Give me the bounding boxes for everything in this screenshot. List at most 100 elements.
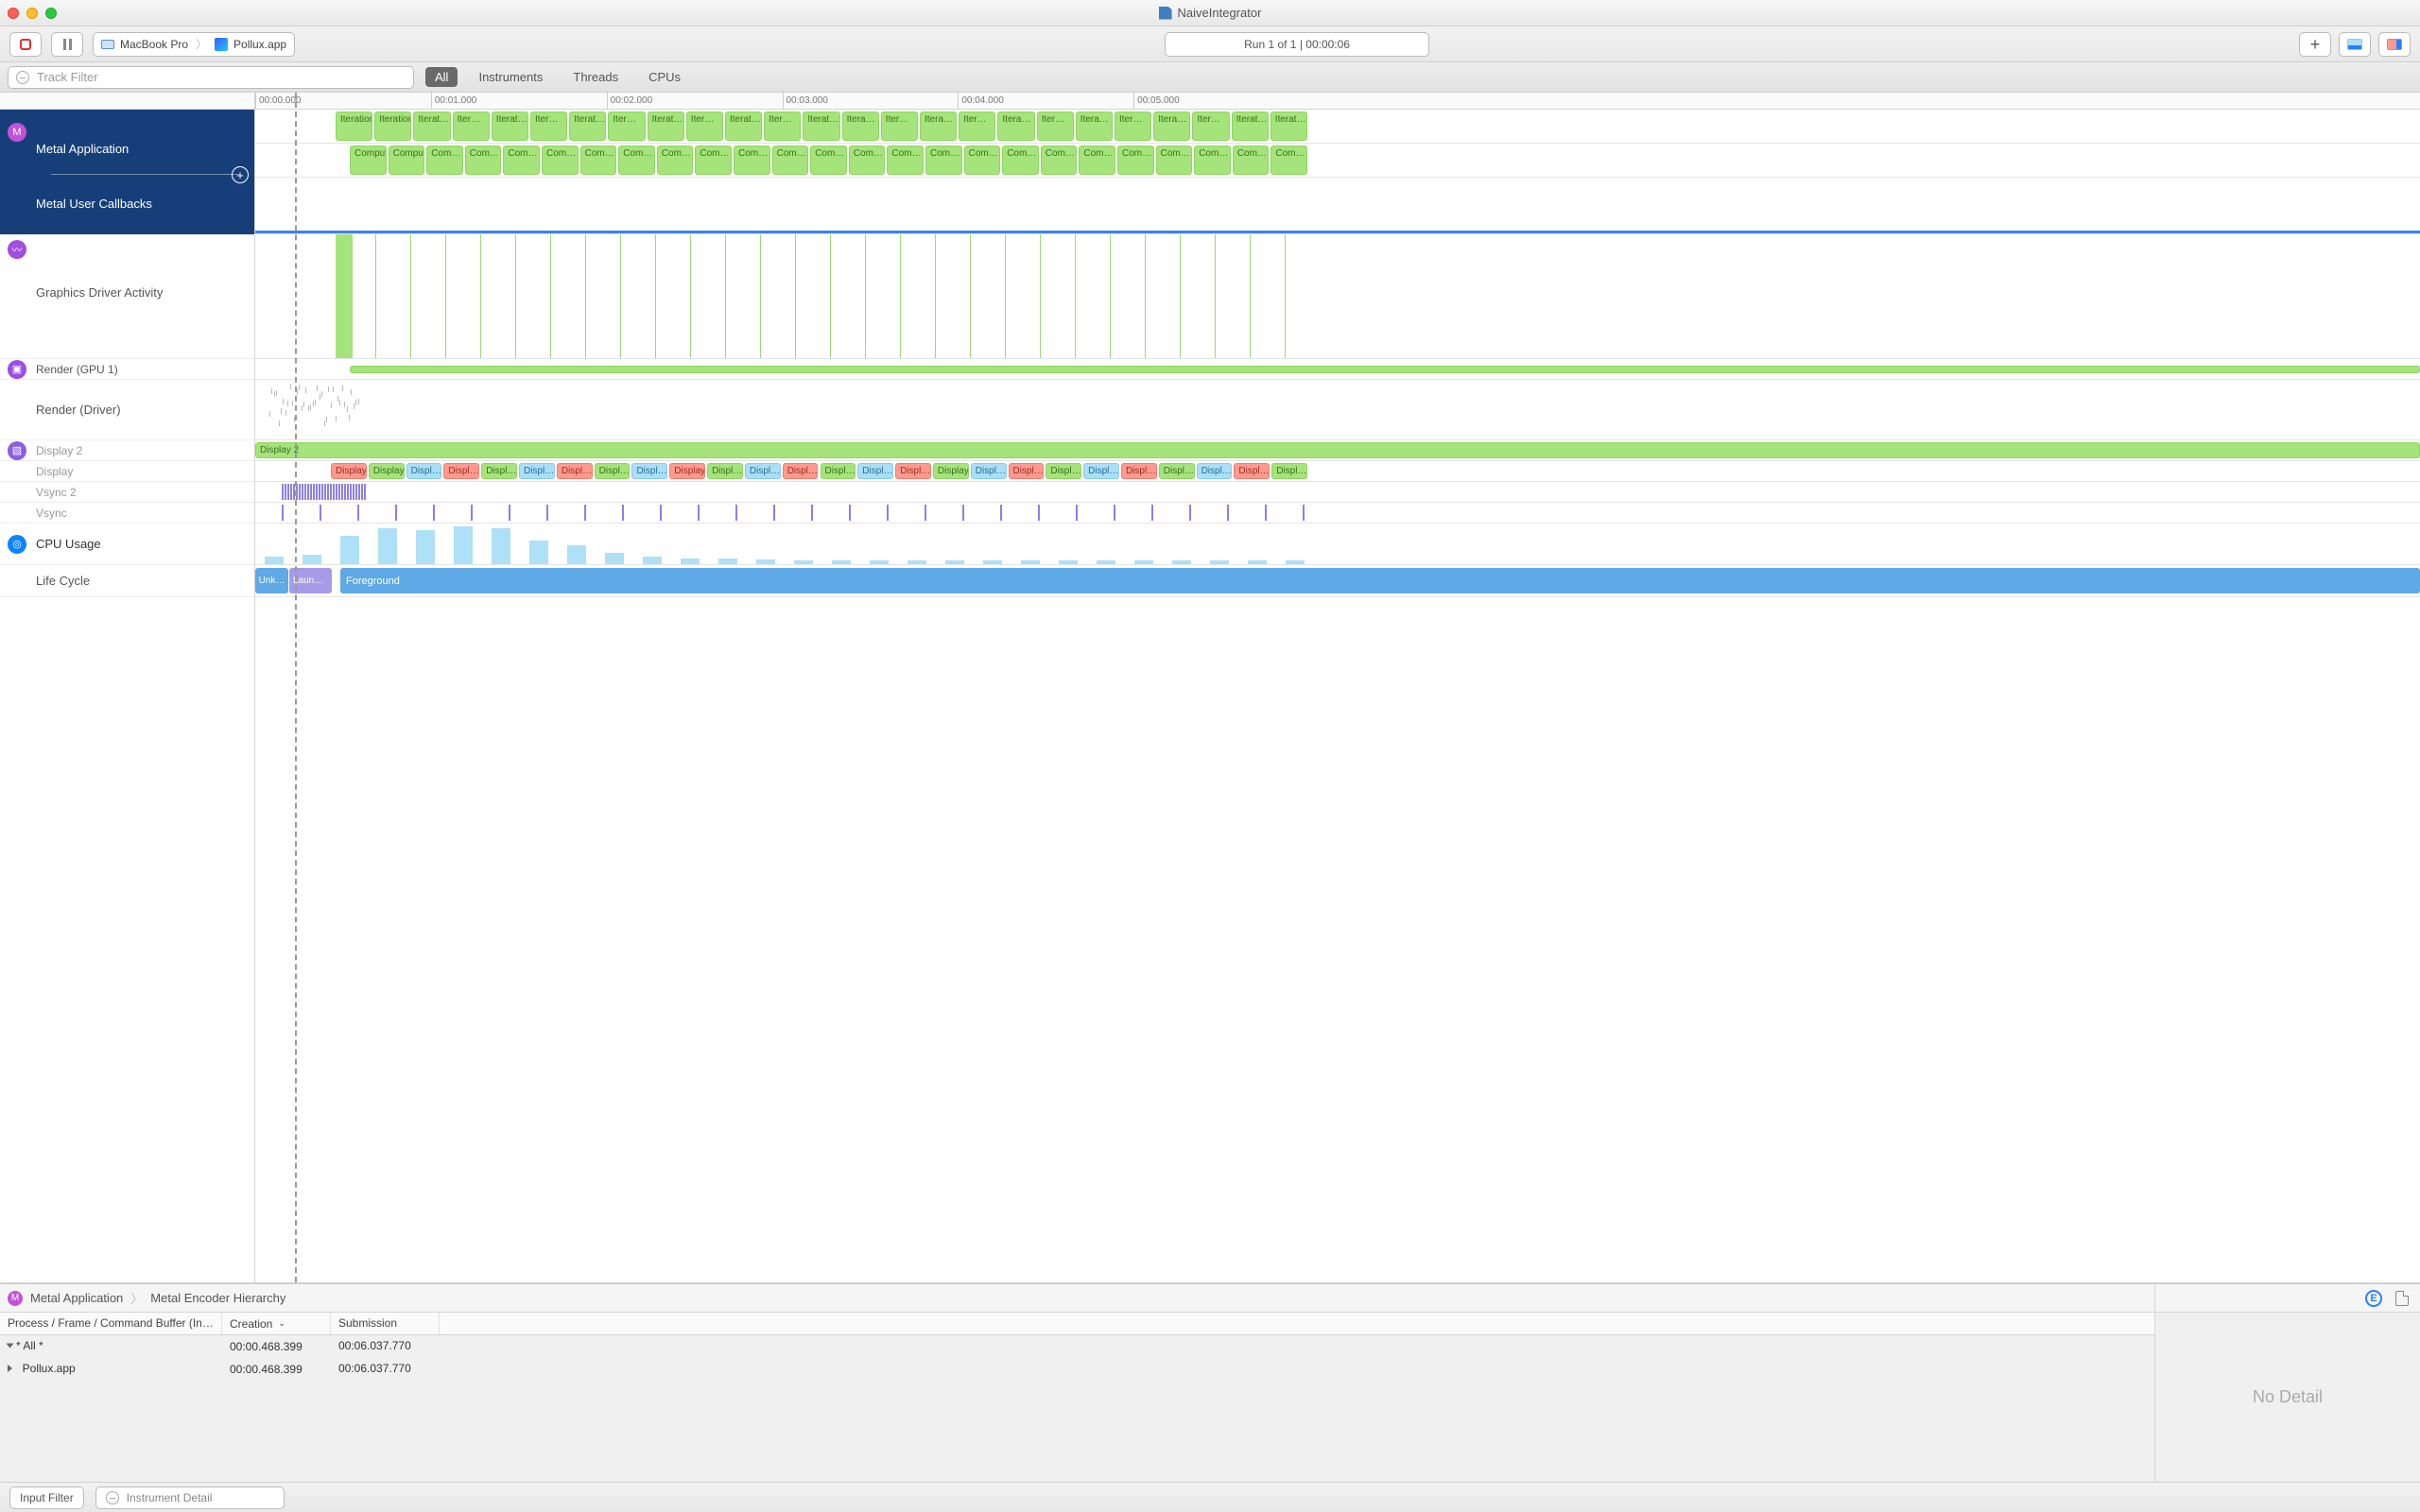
- run-status[interactable]: Run 1 of 1 | 00:00:06: [1165, 32, 1429, 57]
- sidebar-display[interactable]: Display: [0, 461, 254, 482]
- sidebar-display2[interactable]: ▧ Display 2: [0, 440, 254, 461]
- timeline-segment[interactable]: Display: [669, 463, 705, 479]
- timeline-segment[interactable]: Itera…: [842, 112, 879, 141]
- col-submission[interactable]: Submission: [331, 1313, 440, 1334]
- timeline-segment[interactable]: Iterat…: [803, 112, 839, 141]
- timeline-segment[interactable]: Com…: [734, 146, 770, 175]
- timeline-segment[interactable]: Com…: [810, 146, 847, 175]
- timeline-segment[interactable]: Com…: [772, 146, 809, 175]
- table-row[interactable]: Pollux.app00:00.468.39900:06.037.770: [0, 1358, 2154, 1381]
- timeline-segment[interactable]: Display: [369, 463, 405, 479]
- scope-cpus[interactable]: CPUs: [639, 67, 690, 87]
- timeline-segment[interactable]: Displ…: [519, 463, 555, 479]
- detail-breadcrumb[interactable]: M Metal Application 〉 Metal Encoder Hier…: [0, 1284, 2154, 1313]
- timeline-segment[interactable]: Iter…: [881, 112, 918, 141]
- timeline-segment[interactable]: Displ…: [557, 463, 593, 479]
- timeline-segment[interactable]: Displ…: [1197, 463, 1233, 479]
- sidebar-vsync[interactable]: Vsync: [0, 503, 254, 524]
- zoom-icon[interactable]: [45, 8, 57, 19]
- table-row[interactable]: * All *00:00.468.39900:06.037.770: [0, 1335, 2154, 1358]
- timeline-segment[interactable]: Com…: [465, 146, 502, 175]
- scope-all[interactable]: All: [425, 67, 458, 87]
- timeline-segment[interactable]: Itera…: [997, 112, 1034, 141]
- sidebar-group-metal[interactable]: M Metal Application Metal User Callbacks…: [0, 110, 254, 234]
- instrument-detail-filter[interactable]: Instrument Detail: [95, 1486, 285, 1509]
- timeline-segment[interactable]: Displ…: [895, 463, 931, 479]
- timeline-segment[interactable]: Itera…: [1153, 112, 1190, 141]
- timeline-segment[interactable]: Iterat…: [569, 112, 606, 141]
- input-filter-button[interactable]: Input Filter: [9, 1486, 84, 1509]
- timeline-segment[interactable]: Display: [933, 463, 969, 479]
- timeline-segment[interactable]: Display: [331, 463, 367, 479]
- playhead[interactable]: [295, 93, 297, 1282]
- col-creation[interactable]: Creation⌄: [222, 1313, 331, 1334]
- record-button[interactable]: [9, 32, 42, 57]
- timeline-segment[interactable]: Displ…: [1271, 463, 1307, 479]
- timeline-segment[interactable]: Iter…: [1115, 112, 1151, 141]
- timeline-segment[interactable]: Itera…: [1076, 112, 1113, 141]
- table-header[interactable]: Process / Frame / Command Buffer (In… Cr…: [0, 1313, 2154, 1335]
- timeline-segment[interactable]: Displ…: [1046, 463, 1081, 479]
- sidebar-gfx-driver[interactable]: 〰 Graphics Driver Activity: [0, 234, 254, 359]
- sidebar-render-driver[interactable]: Render (Driver): [0, 380, 254, 440]
- track-filter-input[interactable]: Track Filter: [8, 66, 414, 89]
- target-selector[interactable]: MacBook Pro 〉 Pollux.app: [93, 32, 295, 57]
- timeline-segment[interactable]: Com…: [503, 146, 540, 175]
- extended-detail-icon[interactable]: E: [2365, 1290, 2382, 1307]
- scope-instruments[interactable]: Instruments: [469, 67, 552, 87]
- toggle-bottom-panel-button[interactable]: [2339, 32, 2371, 57]
- timeline-segment[interactable]: Compute Com…: [389, 146, 425, 175]
- timeline-segment[interactable]: Compute Co…: [350, 146, 387, 175]
- timeline-segment[interactable]: Displ…: [1009, 463, 1045, 479]
- timeline-segment[interactable]: Iteration: 4 (…: [336, 112, 372, 141]
- timeline-segment[interactable]: Com…: [1002, 146, 1039, 175]
- timeline-segment[interactable]: Com…: [695, 146, 732, 175]
- doc-icon[interactable]: [2395, 1291, 2409, 1306]
- timeline-segment[interactable]: Displ…: [857, 463, 893, 479]
- timeline-segment[interactable]: Displ…: [595, 463, 631, 479]
- timeline-segment[interactable]: Iter…: [1037, 112, 1074, 141]
- sidebar-life-cycle[interactable]: Life Cycle: [0, 565, 254, 597]
- timeline-segment[interactable]: Iterat…: [1232, 112, 1269, 141]
- add-instrument-button[interactable]: +: [2299, 32, 2331, 57]
- timeline-segment[interactable]: Iter…: [608, 112, 645, 141]
- timeline-segment[interactable]: Iter…: [1192, 112, 1229, 141]
- timeline-segment[interactable]: Displ…: [783, 463, 819, 479]
- timeline-segment[interactable]: Iter…: [453, 112, 490, 141]
- timeline-segment[interactable]: Itera…: [920, 112, 957, 141]
- col-process[interactable]: Process / Frame / Command Buffer (In…: [0, 1313, 222, 1334]
- timeline-segment[interactable]: Displ…: [821, 463, 856, 479]
- timeline-segment[interactable]: Displ…: [707, 463, 743, 479]
- timeline-segment[interactable]: Displ…: [443, 463, 479, 479]
- timeline-segment[interactable]: Com…: [618, 146, 655, 175]
- add-subtrack-button[interactable]: +: [232, 166, 249, 183]
- sidebar-render-gpu[interactable]: ▣ Render (GPU 1): [0, 359, 254, 380]
- timeline-ruler[interactable]: 00:00.00000:01.00000:02.00000:03.00000:0…: [255, 93, 2420, 110]
- timeline-segment[interactable]: Iter…: [764, 112, 801, 141]
- timeline-segment[interactable]: Displ…: [1234, 463, 1270, 479]
- timeline-segment[interactable]: Displ…: [631, 463, 667, 479]
- timeline-segment[interactable]: Displ…: [481, 463, 517, 479]
- timeline-segment[interactable]: Iter…: [959, 112, 995, 141]
- timeline-segment[interactable]: Com…: [887, 146, 924, 175]
- timeline-segment[interactable]: Com…: [925, 146, 962, 175]
- timeline-segment[interactable]: Displ…: [1159, 463, 1195, 479]
- timeline-segment[interactable]: Displ…: [971, 463, 1007, 479]
- scope-threads[interactable]: Threads: [563, 67, 628, 87]
- timeline-segment[interactable]: Com…: [849, 146, 886, 175]
- timeline-segment[interactable]: Com…: [1156, 146, 1193, 175]
- pause-button[interactable]: [51, 32, 83, 57]
- timeline-segment[interactable]: Com…: [964, 146, 1001, 175]
- timeline-segment[interactable]: Com…: [657, 146, 694, 175]
- timeline-segment[interactable]: Iterat…: [492, 112, 528, 141]
- timeline-segment[interactable]: Iterat…: [648, 112, 684, 141]
- timeline-segment[interactable]: Com…: [542, 146, 579, 175]
- close-icon[interactable]: [8, 8, 19, 19]
- toggle-right-panel-button[interactable]: [2378, 32, 2411, 57]
- timeline-segment[interactable]: Com…: [1079, 146, 1115, 175]
- timeline-segment[interactable]: Com…: [1041, 146, 1078, 175]
- timeline-segment[interactable]: Displ…: [1083, 463, 1119, 479]
- sidebar-cpu[interactable]: ◎ CPU Usage: [0, 524, 254, 565]
- timeline-segment[interactable]: Iterat…: [725, 112, 762, 141]
- timeline-segment[interactable]: Com…: [1194, 146, 1231, 175]
